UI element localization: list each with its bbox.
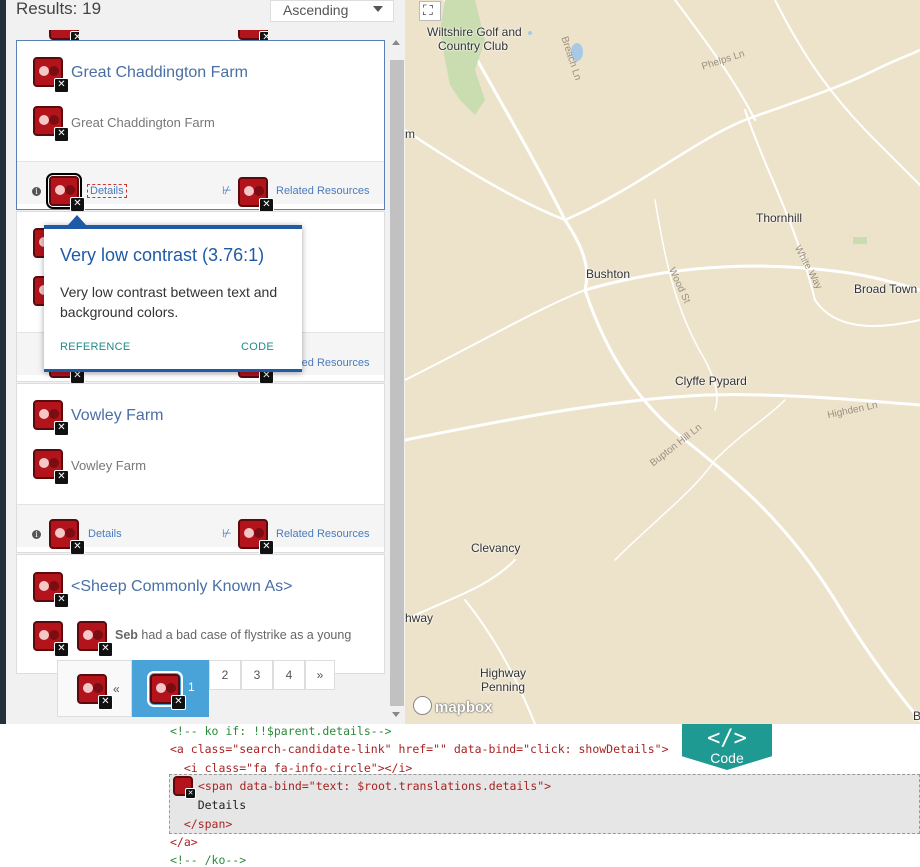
fullscreen-icon: ⛶ [423,2,433,18]
map[interactable]: ⛶ Wiltshire Golf and Country Club Thornh… [405,0,920,724]
tooltip-body: Very low contrast between text and backg… [60,284,278,320]
contrast-error-tooltip: Very low contrast (3.76:1) Very low cont… [44,215,302,372]
card-subtitle: Vowley Farm [71,458,147,473]
info-circle-icon: i [32,187,41,196]
error-badge-icon[interactable]: ✕ [173,776,196,799]
map-label-place: Penning [481,680,526,694]
pagination-next[interactable]: » [305,660,335,690]
code-line: <i class="fa fa-info-circle"></i> [170,761,413,775]
pagination-page-4[interactable]: 4 [273,660,305,690]
card-subtitle-text: had a bad case of flystrike as a young [141,628,352,642]
panel-edge [0,0,6,724]
card-title[interactable]: Vowley Farm [71,407,163,425]
pagination-page-label: 1 [188,680,195,694]
map-label-place: m [405,127,415,141]
info-circle-icon: i [32,530,41,539]
results-count: Results: 19 [16,0,102,18]
error-badge-icon[interactable]: ✕ [49,519,85,555]
chevron-down-icon [373,6,383,12]
code-panel: <!-- ko if: !!$parent.details--> <a clas… [0,724,920,867]
error-badge-icon[interactable]: ✕ [33,400,69,436]
code-line: <span data-bind="text: $root.translation… [198,779,552,793]
related-resources-link[interactable]: Related Resources [276,528,370,540]
error-badge-icon[interactable]: ✕ [33,449,69,485]
related-icon: ⊬ [222,185,232,197]
scroll-up-arrow-icon[interactable] [392,40,400,45]
details-link[interactable]: Details [88,528,122,540]
mapbox-logo[interactable]: mapbox [413,696,493,716]
pagination-page-3[interactable]: 3 [241,660,273,690]
scroll-down-arrow-icon[interactable] [392,712,400,717]
error-badge-icon[interactable]: ✕ [33,572,69,608]
map-label-place: Bushton [586,267,631,281]
error-badge-icon[interactable]: ✕ [33,621,69,657]
fullscreen-button[interactable]: ⛶ [419,1,441,21]
map-label-place: Thornhill [756,211,803,225]
map-label-place: hway [405,611,434,625]
code-line: Details [170,798,247,812]
error-badge-icon[interactable]: ✕ [238,30,268,40]
code-line: <!-- ko if: !!$parent.details--> [170,724,392,738]
result-card[interactable]: <Sheep Commonly Known As> Seb had a bad … [16,554,385,674]
error-badge-icon[interactable]: ✕ [238,177,274,213]
sort-select[interactable]: Ascending [270,0,394,22]
map-label-place: Country Club [438,39,509,53]
search-results-panel: Results: 19 Ascending ✕ ✕ Great Chadding… [0,0,405,724]
error-badge-icon[interactable]: ✕ [33,106,69,142]
tooltip-reference-link[interactable]: REFERENCE [60,341,131,353]
code-line: </a> [170,835,198,849]
map-label-place: Clyffe Pypard [675,374,747,388]
map-label-place: Clevancy [471,541,521,555]
golf-course-area [440,0,485,115]
error-badge-selected-icon[interactable]: ✕ [46,173,85,212]
map-label-place: Highway [480,666,527,680]
error-badge-icon[interactable]: ✕ [147,671,186,710]
map-label-place: Wiltshire Golf and [427,25,522,39]
card-title[interactable]: <Sheep Commonly Known As> [71,578,292,596]
mapbox-logo-text: mapbox [435,699,493,716]
card-subtitle: Great Chaddington Farm [71,115,215,130]
error-badge-icon[interactable]: ✕ [33,57,69,93]
tooltip-title: Very low contrast (3.76:1) [60,245,265,265]
code-line: </span> [170,817,233,831]
map-roads [405,0,920,724]
related-resources-link[interactable]: Related Resources [276,185,370,197]
sort-value: Ascending [283,2,349,18]
card-title[interactable]: Great Chaddington Farm [71,64,248,82]
code-line: <a class="search-candidate-link" href=""… [170,742,669,756]
error-badge-icon[interactable]: ✕ [238,519,274,555]
card-subtitle-bold: Seb [115,628,138,642]
details-link[interactable]: Details [87,184,127,198]
pagination-page-2[interactable]: 2 [209,660,241,690]
code-icon: </> [707,726,747,751]
related-icon: ⊬ [222,528,232,540]
error-badge-icon[interactable]: ✕ [77,621,113,657]
code-badge[interactable]: </> Code [682,724,772,770]
map-edge-label: B [913,709,920,723]
map-label-place: Broad Town [854,282,918,296]
scrollbar-thumb[interactable] [390,60,404,706]
card-subtitle: Seb had a bad case of flystrike as a you… [115,628,351,642]
tooltip-arrow [68,215,86,225]
pagination-prev-label: « [113,682,120,696]
error-badge-icon[interactable]: ✕ [77,674,113,710]
tooltip-code-link[interactable]: CODE [241,341,274,353]
mapbox-logo-icon [413,696,432,715]
code-badge-label: Code [710,750,744,766]
